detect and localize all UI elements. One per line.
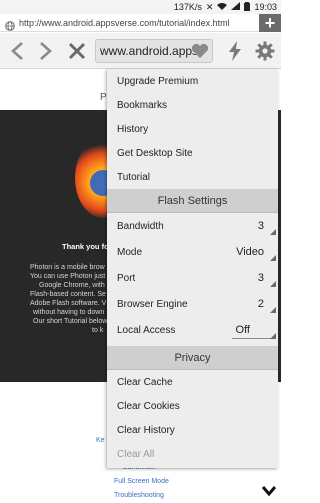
menu-item-bookmarks[interactable]: Bookmarks — [107, 93, 278, 117]
globe-icon — [5, 18, 15, 31]
menu-item-label: Tutorial — [117, 171, 150, 183]
thanks-text: Thank you fo — [62, 242, 109, 251]
menu-item-label: Bookmarks — [117, 99, 168, 111]
paragraph-line: Photon is a mobile brow — [30, 264, 105, 271]
signal-icon — [231, 2, 241, 12]
paragraph-line: Flash-based content. Se — [30, 291, 106, 298]
url-row: http://www.android.appsverse.com/tutoria… — [0, 13, 281, 33]
clock: 19:03 — [254, 2, 277, 12]
new-tab-plus-icon[interactable]: + — [259, 13, 281, 33]
setting-label: Browser Engine — [117, 298, 188, 310]
menu-item-label: History — [117, 123, 149, 135]
address-text: www.android.apps — [100, 44, 199, 58]
setting-port[interactable]: Port 3 — [107, 266, 278, 290]
back-icon[interactable] — [6, 33, 28, 69]
menu-item-label: Clear Cookies — [117, 400, 180, 412]
menu-item-clear-history[interactable]: Clear History — [107, 418, 278, 442]
menu-item-history[interactable]: History — [107, 117, 278, 141]
page-header-text: P — [100, 92, 107, 103]
paragraph-line: Google Chrome, with — [39, 282, 105, 289]
page-link[interactable]: Ke — [96, 437, 105, 444]
stop-close-icon[interactable] — [66, 33, 88, 69]
heart-icon[interactable] — [191, 43, 209, 62]
flash-bolt-icon[interactable] — [225, 33, 245, 69]
address-bar[interactable]: www.android.apps — [95, 39, 213, 63]
setting-bandwidth[interactable]: Bandwidth 3 — [107, 214, 278, 238]
paragraph-line: without having to down — [33, 309, 105, 316]
setting-value-select[interactable]: 3 — [258, 272, 264, 284]
setting-label: Port — [117, 272, 136, 284]
menu-item-tutorial[interactable]: Tutorial — [107, 165, 278, 189]
setting-label: Bandwidth — [117, 220, 164, 232]
flash-settings-header: Flash Settings — [107, 189, 278, 213]
paragraph-line: Our short Tutorial below — [33, 318, 108, 325]
network-speed: 137K/s — [173, 2, 202, 12]
wifi-icon — [217, 2, 228, 12]
paragraph-line: Adobe Flash software. V — [30, 300, 107, 307]
forward-icon[interactable] — [35, 33, 57, 69]
privacy-header: Privacy — [107, 346, 278, 370]
dropdown-arrow-icon — [270, 307, 276, 313]
menu-item-label: Clear Cache — [117, 376, 173, 388]
dropdown-arrow-icon — [270, 229, 276, 235]
setting-mode[interactable]: Mode Video — [107, 240, 278, 264]
setting-value-select[interactable]: Off — [236, 324, 250, 336]
dropdown-arrow-icon — [270, 333, 276, 339]
browser-toolbar: www.android.apps — [0, 33, 281, 69]
menu-item-label: Clear History — [117, 424, 175, 436]
url-text[interactable]: http://www.android.appsverse.com/tutoria… — [19, 18, 230, 28]
status-bar: 137K/s ✕ 19:03 — [0, 0, 281, 14]
menu-item-label: Clear All — [117, 448, 155, 460]
battery-icon — [244, 1, 251, 13]
setting-label: Mode — [117, 246, 143, 258]
dropdown-arrow-icon — [270, 255, 276, 261]
menu-item-label: Get Desktop Site — [117, 147, 193, 159]
setting-browser-engine[interactable]: Browser Engine 2 — [107, 292, 278, 316]
setting-value-select[interactable]: 2 — [258, 298, 264, 310]
menu-item-clear-cache[interactable]: Clear Cache — [107, 370, 278, 394]
page-link[interactable]: Full Screen Mode — [114, 478, 169, 485]
menu-item-clear-all[interactable]: Clear All — [107, 442, 278, 466]
setting-label: Local Access — [117, 324, 176, 336]
menu-item-label: Upgrade Premium — [117, 75, 199, 87]
setting-value-select[interactable]: 3 — [258, 220, 264, 232]
select-underline — [232, 338, 274, 339]
menu-item-clear-cookies[interactable]: Clear Cookies — [107, 394, 278, 418]
browser-options-menu: Upgrade Premium Bookmarks History Get De… — [107, 69, 278, 468]
setting-local-access[interactable]: Local Access Off — [107, 318, 278, 342]
settings-gear-icon[interactable] — [253, 33, 277, 69]
paragraph-line: You can use Photon just — [30, 273, 106, 280]
page-link[interactable]: Troubleshooting — [114, 492, 164, 499]
paragraph-line: to k — [92, 327, 104, 334]
menu-item-upgrade-premium[interactable]: Upgrade Premium — [107, 69, 278, 93]
dropdown-arrow-icon — [270, 281, 276, 287]
menu-item-desktop-site[interactable]: Get Desktop Site — [107, 141, 278, 165]
collapse-chevron-icon[interactable] — [260, 484, 278, 498]
mute-icon: ✕ — [205, 1, 214, 12]
setting-value-select[interactable]: Video — [236, 246, 264, 258]
